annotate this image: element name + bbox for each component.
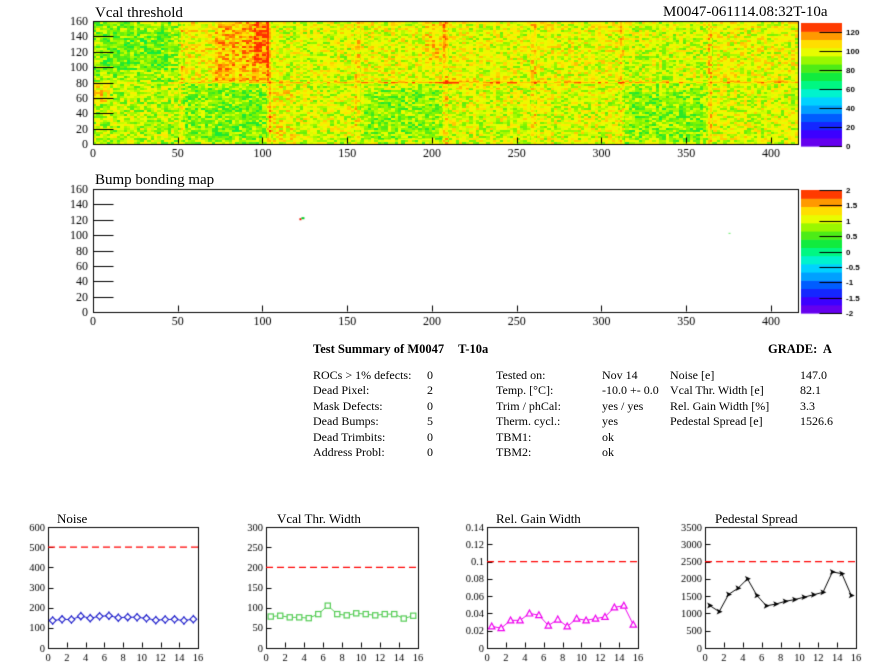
summary-row: Noise [e] 147.0 <box>670 368 827 382</box>
rel-gain-plot-title: Rel. Gain Width <box>496 511 581 526</box>
summary-row: TBM1: ok <box>496 429 614 444</box>
summary-row: Address Probl: 0 <box>313 445 433 460</box>
bump-colorbar <box>801 190 842 313</box>
summary-row: Temp. [°C]: -10.0 +- 0.0 <box>496 383 659 398</box>
vcal-colorbar <box>801 23 842 146</box>
grade-label: GRADE: A <box>768 342 832 356</box>
summary-row: Dead Trimbits: 0 <box>313 429 433 444</box>
rel-gain-width-plot <box>487 527 638 648</box>
summary-row: Dead Bumps: 5 <box>313 414 433 429</box>
vcal-threshold-heatmap <box>93 21 798 144</box>
summary-row: Vcal Thr. Width [e] 82.1 <box>670 383 821 398</box>
summary-row: Therm. cycl.: yes <box>496 414 618 429</box>
noise-plot <box>48 527 198 648</box>
summary-row: ROCs > 1% defects: 0 <box>313 368 433 382</box>
summary-row: Trim / phCal: yes / yes <box>496 398 644 413</box>
summary-row: Dead Pixel: 2 <box>313 383 433 398</box>
defects-column: ROCs > 1% defects: 0 Dead Pixel: 2 Mask De… <box>313 368 439 460</box>
summary-title-row: Test Summary of M0047 T-10a <box>313 342 488 357</box>
vcal-thr-width-plot <box>266 527 418 648</box>
summary-row: Tested on: Nov 14 <box>496 368 638 382</box>
bump-bonding-map <box>93 189 798 312</box>
summary-row: TBM2: ok <box>496 445 614 460</box>
summary-title: Test Summary of M0047 <box>313 342 445 356</box>
module-id-title: M0047-061114.08:32T-10a <box>663 4 828 20</box>
summary-row: Rel. Gain Width [%] 3.3 <box>670 398 815 413</box>
vcal-map-title: Vcal threshold <box>95 5 183 21</box>
conditions-column: Tested on: Nov 14 Temp. [°C]: -10.0 +- 0.0… <box>496 368 659 460</box>
noise-plot-title: Noise <box>57 511 88 526</box>
pedestal-spread-plot <box>705 527 856 648</box>
module-test-report: Vcal threshold M0047-061114.08:32T-10a B… <box>0 0 896 672</box>
pedestal-plot-title: Pedestal Spread <box>715 511 798 526</box>
summary-row: Pedestal Spread [e] 1526.6 <box>670 414 833 429</box>
bump-map-title: Bump bonding map <box>95 172 215 188</box>
vcal-width-plot-title: Vcal Thr. Width <box>277 511 361 526</box>
summary-row: Mask Defects: 0 <box>313 398 433 413</box>
summary-subtitle: T-10a <box>458 342 489 356</box>
results-column: Noise [e] 147.0 Vcal Thr. Width [e] 82.1 R… <box>670 368 833 430</box>
